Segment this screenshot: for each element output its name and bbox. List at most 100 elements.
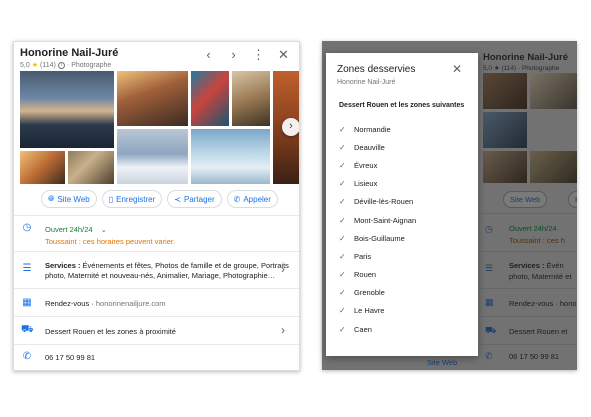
- bg-area: Dessert Rouen et: [509, 327, 568, 336]
- website-button[interactable]: 🌐︎ Site Web: [41, 190, 97, 208]
- chevron-right-icon[interactable]: ›: [221, 48, 246, 64]
- gallery-photo[interactable]: [20, 71, 114, 148]
- services-label: Services :: [45, 261, 81, 270]
- area-chevron-right-icon[interactable]: ›: [281, 323, 285, 337]
- zone-label: Deauville: [354, 142, 385, 152]
- bg-divider: [481, 316, 577, 317]
- business-name: Honorine Nail-Juré: [20, 47, 119, 59]
- check-icon: ✓: [339, 233, 346, 243]
- info-icon[interactable]: i: [57, 61, 65, 69]
- divider: [14, 251, 299, 252]
- zone-item: ✓ Mont-Saint-Aignan: [339, 211, 469, 229]
- calendar-icon: ▦: [22, 297, 32, 308]
- bg-website-button: Site Web: [503, 191, 548, 208]
- more-vert-icon[interactable]: ⋮: [246, 48, 271, 64]
- bg-hours: Ouvert 24h/24: [509, 224, 557, 233]
- bookmark-icon: ▯: [108, 194, 114, 204]
- check-icon: ✓: [339, 251, 346, 261]
- panel-header: Honorine Nail-Juré 5,0 ★ (114) i · Photo…: [20, 47, 296, 73]
- bg-site-link: Site Web: [427, 358, 458, 367]
- chevron-left-icon[interactable]: ‹: [196, 48, 221, 64]
- gallery-photo[interactable]: [191, 129, 270, 184]
- zone-item: ✓ Rouen: [339, 266, 469, 284]
- gallery-photo[interactable]: [117, 129, 188, 184]
- header-icons: ‹ › ⋮ ✕: [196, 48, 296, 64]
- gallery-photo[interactable]: [68, 151, 114, 184]
- zone-item: ✓ Déville-lès-Rouen: [339, 193, 469, 211]
- check-icon: ✓: [339, 160, 346, 170]
- zone-label: Bois-Guillaume: [354, 233, 405, 243]
- share-label: Partager: [183, 194, 215, 204]
- bg-services-text: Évén: [544, 261, 564, 270]
- bg-clock-icon: ◷: [485, 224, 493, 234]
- hours-status[interactable]: Ouvert 24h/24 ⌄: [45, 225, 107, 234]
- zone-label: Rouen: [354, 270, 377, 280]
- appointment-separator: ·: [89, 299, 96, 308]
- zone-label: Normandie: [354, 124, 391, 134]
- zone-label: Évreux: [354, 160, 378, 170]
- phone-icon: ✆: [22, 351, 32, 362]
- check-icon: ✓: [339, 142, 346, 152]
- bg-divider: [481, 344, 577, 345]
- website-label: Site Web: [57, 194, 90, 204]
- divider: [14, 288, 299, 289]
- bg-divider: [481, 288, 577, 289]
- call-button[interactable]: ✆ Appeler: [226, 190, 278, 208]
- bg-services-label: Services :: [509, 261, 545, 270]
- rating-row: 5,0 ★ (114) i · Photographe: [20, 61, 111, 69]
- save-button[interactable]: ▯ Enregistrer: [101, 190, 163, 208]
- services-line-1: Services : Événements et fêtes, Photos d…: [45, 261, 289, 270]
- gallery-next-icon[interactable]: ›: [282, 118, 299, 136]
- zone-item: ✓ Grenoble: [339, 284, 469, 302]
- call-label: Appeler: [243, 194, 271, 204]
- close-icon[interactable]: ✕: [271, 48, 296, 64]
- bg-divider: [481, 213, 577, 214]
- truck-icon: ⛟: [21, 324, 34, 335]
- zone-item: ✓ Lisieux: [339, 175, 469, 193]
- bg-rdv: Rendez-vous · hono: [509, 299, 577, 308]
- gallery-photo[interactable]: [191, 71, 229, 126]
- close-icon[interactable]: ✕: [452, 62, 462, 76]
- appointment-label: Rendez-vous: [45, 299, 90, 308]
- appointment-site[interactable]: honorinenailjure.com: [96, 299, 166, 308]
- zone-label: Le Havre: [354, 306, 385, 316]
- check-icon: ✓: [339, 124, 346, 134]
- share-button[interactable]: ≺ Partager: [167, 190, 222, 208]
- gallery-photo[interactable]: [232, 71, 270, 126]
- dialog-heading: Dessert Rouen et les zones suivantes: [339, 102, 465, 109]
- bg-notice: Toussaint : ces h: [509, 236, 565, 245]
- check-icon: ✓: [339, 288, 346, 298]
- phone-number[interactable]: 06 17 50 99 81: [45, 353, 95, 362]
- check-icon: ✓: [339, 270, 346, 280]
- zone-item: ✓ Deauville: [339, 138, 469, 156]
- zone-item: ✓ Caen: [339, 320, 469, 338]
- hours-notice: Toussaint : ces horaires peuvent varier.: [45, 237, 176, 246]
- dialog-subtitle: Honorine Nail-Juré: [337, 79, 396, 86]
- bg-phone-icon: ✆: [485, 351, 493, 361]
- zone-item: ✓ Bois-Guillaume: [339, 229, 469, 247]
- bg-services-1: Services : Évén: [509, 261, 564, 270]
- gallery-photo[interactable]: [117, 71, 188, 126]
- services-line-2: photo, Maternité et nouveau-nés, Animali…: [45, 271, 276, 280]
- zone-item: ✓ Normandie: [339, 120, 469, 138]
- divider: [14, 215, 299, 216]
- hours-status-text: Ouvert 24h/24: [45, 225, 93, 234]
- divider: [14, 316, 299, 317]
- share-icon: ≺: [174, 194, 181, 204]
- bg-photo: [530, 73, 577, 109]
- photo-gallery: ›: [20, 71, 299, 184]
- zone-label: Caen: [354, 324, 372, 334]
- service-area[interactable]: Dessert Rouen et les zones à proximité: [45, 327, 176, 336]
- check-icon: ✓: [339, 215, 346, 225]
- business-category: Photographe: [71, 61, 112, 69]
- review-count[interactable]: (114): [40, 62, 56, 69]
- services-chevron-right-icon[interactable]: ›: [281, 262, 285, 276]
- services-text-1: Événements et fêtes, Photos de famille e…: [80, 261, 289, 270]
- gallery-photo[interactable]: [20, 151, 65, 184]
- rating-value: 5,0: [20, 61, 30, 69]
- dialog-title: Zones desservies: [337, 64, 416, 75]
- bg-photo: [483, 112, 527, 148]
- zone-label: Déville-lès-Rouen: [354, 197, 414, 207]
- chevron-down-icon[interactable]: ⌄: [101, 225, 107, 234]
- appointment-row[interactable]: Rendez-vous · honorinenailjure.com: [45, 299, 166, 308]
